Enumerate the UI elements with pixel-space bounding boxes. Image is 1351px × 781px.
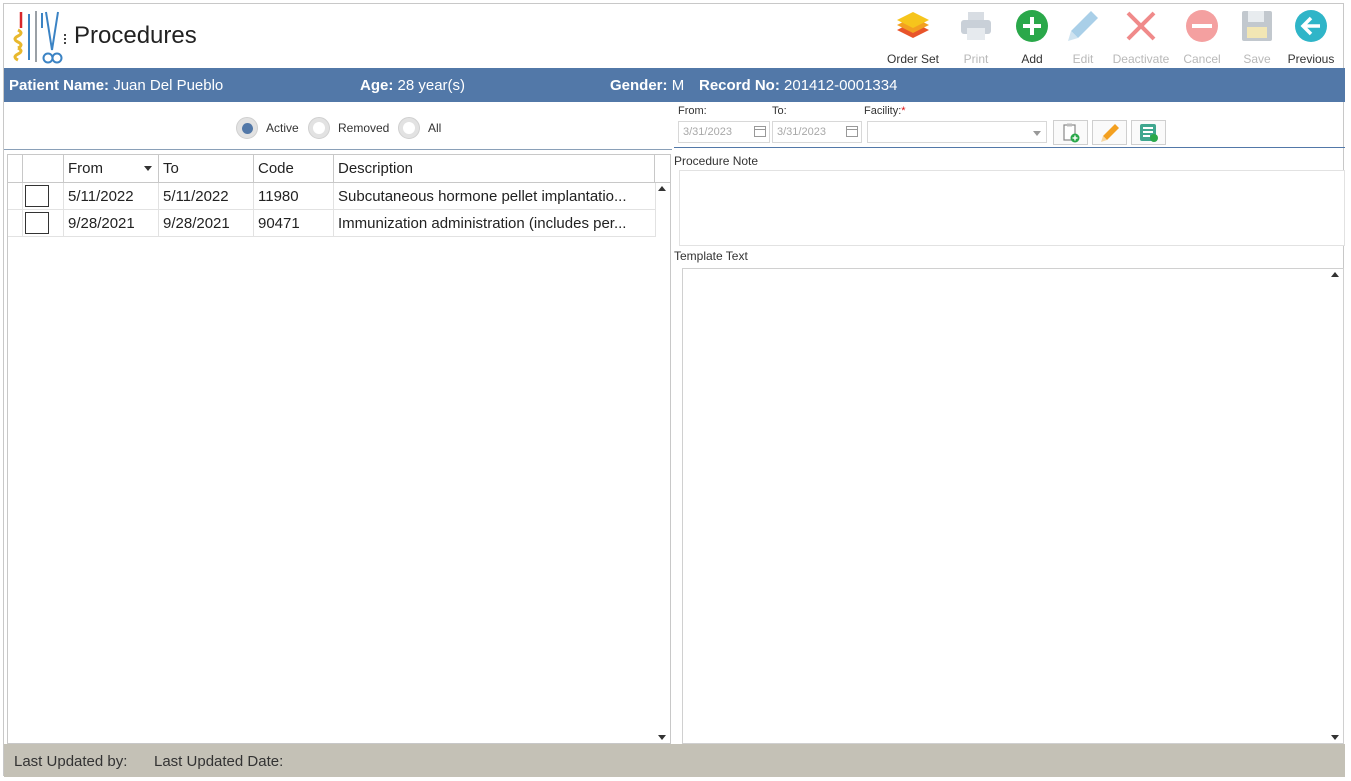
cell-description: Subcutaneous hormone pellet implantatio.…	[334, 183, 656, 209]
to-date-picker[interactable]: 3/31/2023	[772, 121, 862, 143]
pencil-icon	[1100, 123, 1119, 142]
grid-header: From To Code Description	[8, 155, 670, 183]
radio-removed-dot	[308, 117, 330, 139]
checklist-button[interactable]	[1131, 120, 1166, 145]
toolbar: Order Set Print Add Edit Deactivate Canc…	[881, 6, 1339, 68]
procedure-note-label: Procedure Note	[674, 154, 759, 168]
patient-age: Age: 28 year(s)	[360, 77, 466, 94]
print-button[interactable]: Print	[945, 6, 1007, 68]
table-row[interactable]: 5/11/2022 5/11/2022 11980 Subcutaneous h…	[8, 183, 656, 210]
scroll-up-icon[interactable]	[1331, 272, 1339, 277]
sort-down-icon	[144, 166, 152, 171]
row-indicator	[8, 210, 23, 236]
procedure-details-panel: From: 3/31/2023 To: 3/31/2023 Facility:*	[674, 102, 1345, 744]
procedures-window: Procedures Order Set Print Add Edit Deac…	[3, 3, 1345, 777]
grid-scrollbar[interactable]	[655, 183, 669, 743]
previous-button[interactable]: Previous	[1283, 6, 1339, 68]
edit-button[interactable]: Edit	[1057, 6, 1109, 68]
cancel-button[interactable]: Cancel	[1173, 6, 1231, 68]
cell-to: 9/28/2021	[159, 210, 254, 236]
row-indicator	[8, 183, 23, 209]
surgical-instruments-icon	[13, 11, 66, 64]
arrow-left-icon	[1295, 10, 1327, 42]
add-button[interactable]: Add	[1007, 6, 1057, 68]
clipboard-add-icon	[1062, 123, 1079, 142]
details-filter-bar: From: 3/31/2023 To: 3/31/2023 Facility:*	[674, 102, 1345, 148]
scroll-down-icon[interactable]	[658, 735, 666, 740]
scroll-down-icon[interactable]	[1331, 735, 1339, 740]
page-title: Procedures	[74, 22, 197, 49]
floppy-disk-icon	[1242, 11, 1272, 41]
last-updated-by: Last Updated by:	[14, 753, 128, 770]
radio-active-dot	[236, 117, 258, 139]
cell-from: 9/28/2021	[64, 210, 159, 236]
template-text-field[interactable]	[682, 268, 1344, 744]
cell-description: Immunization administration (includes pe…	[334, 210, 656, 236]
facility-select[interactable]	[867, 121, 1047, 143]
template-scrollbar[interactable]	[1328, 269, 1342, 743]
facility-label: Facility:*	[864, 105, 906, 117]
calendar-icon[interactable]	[754, 126, 766, 137]
column-header-code[interactable]: Code	[254, 155, 334, 182]
radio-removed[interactable]: Removed	[308, 117, 389, 139]
scroll-up-icon[interactable]	[658, 186, 666, 191]
last-updated-date: Last Updated Date:	[154, 753, 284, 770]
from-label: From:	[678, 105, 707, 117]
radio-active[interactable]: Active	[236, 117, 299, 139]
row-select-cell	[23, 210, 64, 236]
grid-select-header	[23, 155, 64, 182]
layers-icon	[897, 12, 929, 38]
patient-info-bar: Patient Name: Juan Del Pueblo Age: 28 ye…	[4, 68, 1345, 102]
printer-icon	[961, 12, 991, 40]
column-header-from[interactable]: From	[64, 155, 159, 182]
radio-all[interactable]: All	[398, 117, 441, 139]
procedure-note-field[interactable]	[679, 170, 1345, 246]
x-icon	[1126, 11, 1156, 41]
cell-from: 5/11/2022	[64, 183, 159, 209]
cell-code: 11980	[254, 183, 334, 209]
pencil-icon	[1068, 11, 1098, 41]
row-checkbox[interactable]	[25, 212, 49, 234]
edit-template-button[interactable]	[1092, 120, 1127, 145]
save-button[interactable]: Save	[1231, 6, 1283, 68]
table-row[interactable]: 9/28/2021 9/28/2021 90471 Immunization a…	[8, 210, 656, 237]
column-header-description[interactable]: Description	[334, 155, 655, 182]
add-template-button[interactable]	[1053, 120, 1088, 145]
status-footer: Last Updated by: Last Updated Date:	[4, 744, 1345, 777]
calendar-icon[interactable]	[846, 126, 858, 137]
procedures-grid: From To Code Description 5/11/2022 5/11/…	[7, 154, 671, 744]
order-set-button[interactable]: Order Set	[881, 6, 945, 68]
cell-code: 90471	[254, 210, 334, 236]
template-text-label: Template Text	[674, 249, 748, 263]
radio-all-dot	[398, 117, 420, 139]
row-checkbox[interactable]	[25, 185, 49, 207]
column-header-to[interactable]: To	[159, 155, 254, 182]
to-label: To:	[772, 105, 787, 117]
patient-name: Patient Name: Juan Del Pueblo	[9, 77, 224, 94]
chevron-down-icon	[1033, 131, 1041, 136]
patient-gender: Gender: M	[610, 77, 685, 94]
from-date-picker[interactable]: 3/31/2023	[678, 121, 770, 143]
status-filter: Active Removed All	[4, 102, 672, 150]
plus-icon	[1016, 10, 1048, 42]
minus-circle-icon	[1186, 10, 1218, 42]
grid-indicator-header	[8, 155, 23, 182]
row-select-cell	[23, 183, 64, 209]
header: Procedures Order Set Print Add Edit Deac…	[4, 4, 1345, 68]
checklist-icon	[1139, 123, 1158, 142]
procedures-list-panel: Active Removed All From To Code Descript…	[4, 102, 672, 744]
cell-to: 5/11/2022	[159, 183, 254, 209]
patient-record-no: Record No: 201412-0001334	[699, 77, 898, 94]
deactivate-button[interactable]: Deactivate	[1109, 6, 1173, 68]
